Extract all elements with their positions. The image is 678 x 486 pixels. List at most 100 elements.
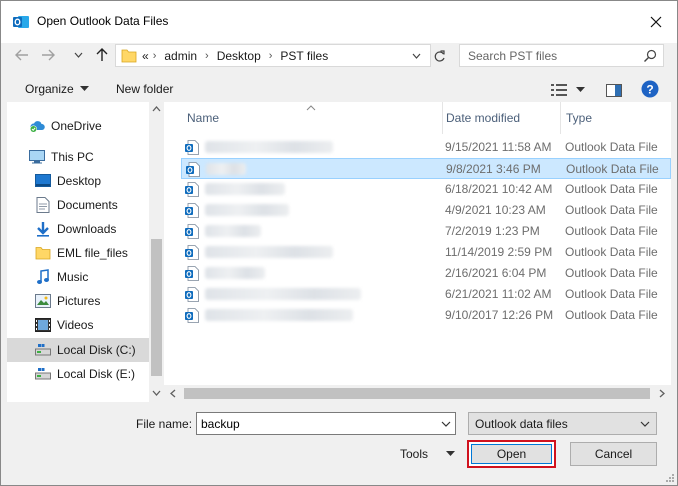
refresh-button[interactable] xyxy=(429,46,449,66)
file-row[interactable]: 7/2/2019 1:23 PM Outlook Data File xyxy=(181,221,671,242)
outlook-icon xyxy=(13,16,29,28)
sidebar-item-pictures[interactable]: Pictures xyxy=(7,289,149,313)
search-input[interactable] xyxy=(460,45,640,66)
sidebar-item-music[interactable]: Music xyxy=(7,265,149,289)
search-icon[interactable] xyxy=(643,49,657,63)
file-row[interactable]: 9/8/2021 3:46 PM Outlook Data File xyxy=(181,158,671,179)
file-type: Outlook Data File xyxy=(565,182,658,196)
up-button[interactable] xyxy=(93,46,111,64)
sidebar-item-label: Videos xyxy=(57,318,94,332)
scroll-down-icon[interactable] xyxy=(149,386,164,400)
file-name-input[interactable] xyxy=(197,413,433,434)
file-row[interactable]: 6/18/2021 10:42 AM Outlook Data File xyxy=(181,179,671,200)
pst-file-icon xyxy=(185,287,199,302)
sidebar-item-label: Pictures xyxy=(57,294,101,308)
sidebar-item-label: OneDrive xyxy=(51,119,102,133)
sidebar-item-eml-file-files[interactable]: EML file_files xyxy=(7,241,149,265)
file-row[interactable]: 9/10/2017 12:26 PM Outlook Data File xyxy=(181,305,671,326)
sidebar-item-documents[interactable]: Documents xyxy=(7,193,149,217)
preview-pane-button[interactable] xyxy=(606,81,624,99)
nav-scrollbar[interactable] xyxy=(149,102,164,402)
sidebar-item-downloads[interactable]: Downloads xyxy=(7,217,149,241)
change-view-button[interactable] xyxy=(551,81,587,99)
file-row[interactable]: 4/9/2021 10:23 AM Outlook Data File xyxy=(181,200,671,221)
chevron-down-icon xyxy=(74,52,82,58)
column-header-date-modified[interactable]: Date modified xyxy=(446,102,520,134)
file-row[interactable]: 11/14/2019 2:59 PM Outlook Data File xyxy=(181,242,671,263)
help-icon[interactable]: ? xyxy=(641,80,659,98)
new-folder-label: New folder xyxy=(116,82,174,96)
nav-scrollbar-thumb[interactable] xyxy=(151,239,162,376)
address-bar[interactable]: « › admin › Desktop › PST files xyxy=(115,44,431,67)
scroll-up-icon[interactable] xyxy=(149,102,164,116)
horizontal-scrollbar-thumb[interactable] xyxy=(184,388,650,399)
open-button[interactable]: Open xyxy=(471,444,552,464)
onedrive-icon xyxy=(29,118,45,134)
tools-menu[interactable]: Tools xyxy=(400,447,456,461)
sidebar-item-videos[interactable]: Videos xyxy=(7,313,149,337)
chevron-down-icon[interactable] xyxy=(440,418,452,430)
pst-file-icon xyxy=(185,245,199,260)
close-button[interactable] xyxy=(643,9,669,35)
search-box[interactable] xyxy=(459,44,664,67)
column-header-type[interactable]: Type xyxy=(566,102,592,134)
recent-locations-button[interactable] xyxy=(71,46,85,64)
breadcrumb-separator: › xyxy=(268,50,273,62)
sidebar-item-label: Local Disk (E:) xyxy=(57,367,136,381)
file-type: Outlook Data File xyxy=(565,287,658,301)
breadcrumb-admin[interactable]: admin xyxy=(164,49,197,63)
column-header-name[interactable]: Name xyxy=(187,102,219,134)
sidebar-item-desktop[interactable]: Desktop xyxy=(7,169,149,193)
refresh-icon xyxy=(434,49,445,62)
address-history-button[interactable] xyxy=(407,44,425,67)
horizontal-scrollbar[interactable] xyxy=(164,385,671,402)
chevron-down-icon xyxy=(412,53,420,59)
sidebar-item-onedrive[interactable]: OneDrive xyxy=(7,114,149,138)
file-type: Outlook Data File xyxy=(565,203,658,217)
sidebar-item-label: This PC xyxy=(51,150,94,164)
sidebar-item-local-disk-c[interactable]: Local Disk (C:) xyxy=(7,338,149,362)
cancel-button[interactable]: Cancel xyxy=(570,442,657,466)
drive-icon xyxy=(35,366,51,382)
file-date-modified: 2/16/2021 6:04 PM xyxy=(445,266,547,280)
organize-menu[interactable]: Organize xyxy=(25,82,89,96)
file-date-modified: 9/10/2017 12:26 PM xyxy=(445,308,554,322)
file-row[interactable]: 9/15/2021 11:58 AM Outlook Data File xyxy=(181,137,671,158)
breadcrumb-overflow[interactable]: « xyxy=(142,49,149,63)
scroll-left-icon[interactable] xyxy=(168,388,178,399)
column-separator[interactable] xyxy=(560,102,561,134)
arrow-up-icon xyxy=(96,48,108,61)
cancel-label: Cancel xyxy=(594,447,633,461)
pst-file-icon xyxy=(185,224,199,239)
sidebar-item-local-disk-e[interactable]: Local Disk (E:) xyxy=(7,362,149,386)
pst-file-icon xyxy=(186,162,200,177)
sidebar-item-label: Downloads xyxy=(57,222,117,236)
new-folder-button[interactable]: New folder xyxy=(116,82,173,96)
sidebar-item-label: EML file_files xyxy=(57,246,128,260)
breadcrumb-pst-files[interactable]: PST files xyxy=(280,49,328,63)
breadcrumb-separator: › xyxy=(205,50,209,62)
back-button[interactable] xyxy=(13,46,31,64)
resize-grip-icon[interactable] xyxy=(665,473,675,483)
arrow-left-icon xyxy=(15,49,28,61)
scroll-right-icon[interactable] xyxy=(657,388,667,399)
pst-file-icon xyxy=(185,266,199,281)
pst-file-icon xyxy=(185,182,199,197)
forward-button[interactable] xyxy=(39,46,57,64)
sidebar-item-this-pc[interactable]: This PC xyxy=(7,145,149,169)
caret-down-icon xyxy=(576,87,585,92)
file-name-combobox[interactable] xyxy=(196,412,456,435)
caret-down-icon xyxy=(79,86,89,91)
file-date-modified: 7/2/2019 1:23 PM xyxy=(445,224,540,238)
breadcrumb-desktop[interactable]: Desktop xyxy=(217,49,261,63)
file-row[interactable]: 6/21/2021 11:02 AM Outlook Data File xyxy=(181,284,671,305)
music-icon xyxy=(35,269,51,285)
chevron-down-icon xyxy=(640,421,650,427)
file-type: Outlook Data File xyxy=(565,308,658,322)
file-type-filter[interactable]: Outlook data files xyxy=(468,412,657,435)
column-separator[interactable] xyxy=(442,102,443,134)
file-row[interactable]: 2/16/2021 6:04 PM Outlook Data File xyxy=(181,263,671,284)
file-date-modified: 4/9/2021 10:23 AM xyxy=(445,203,546,217)
open-file-dialog: Open Outlook Data Files « › admin › Desk… xyxy=(0,0,678,486)
open-label: Open xyxy=(496,447,527,461)
